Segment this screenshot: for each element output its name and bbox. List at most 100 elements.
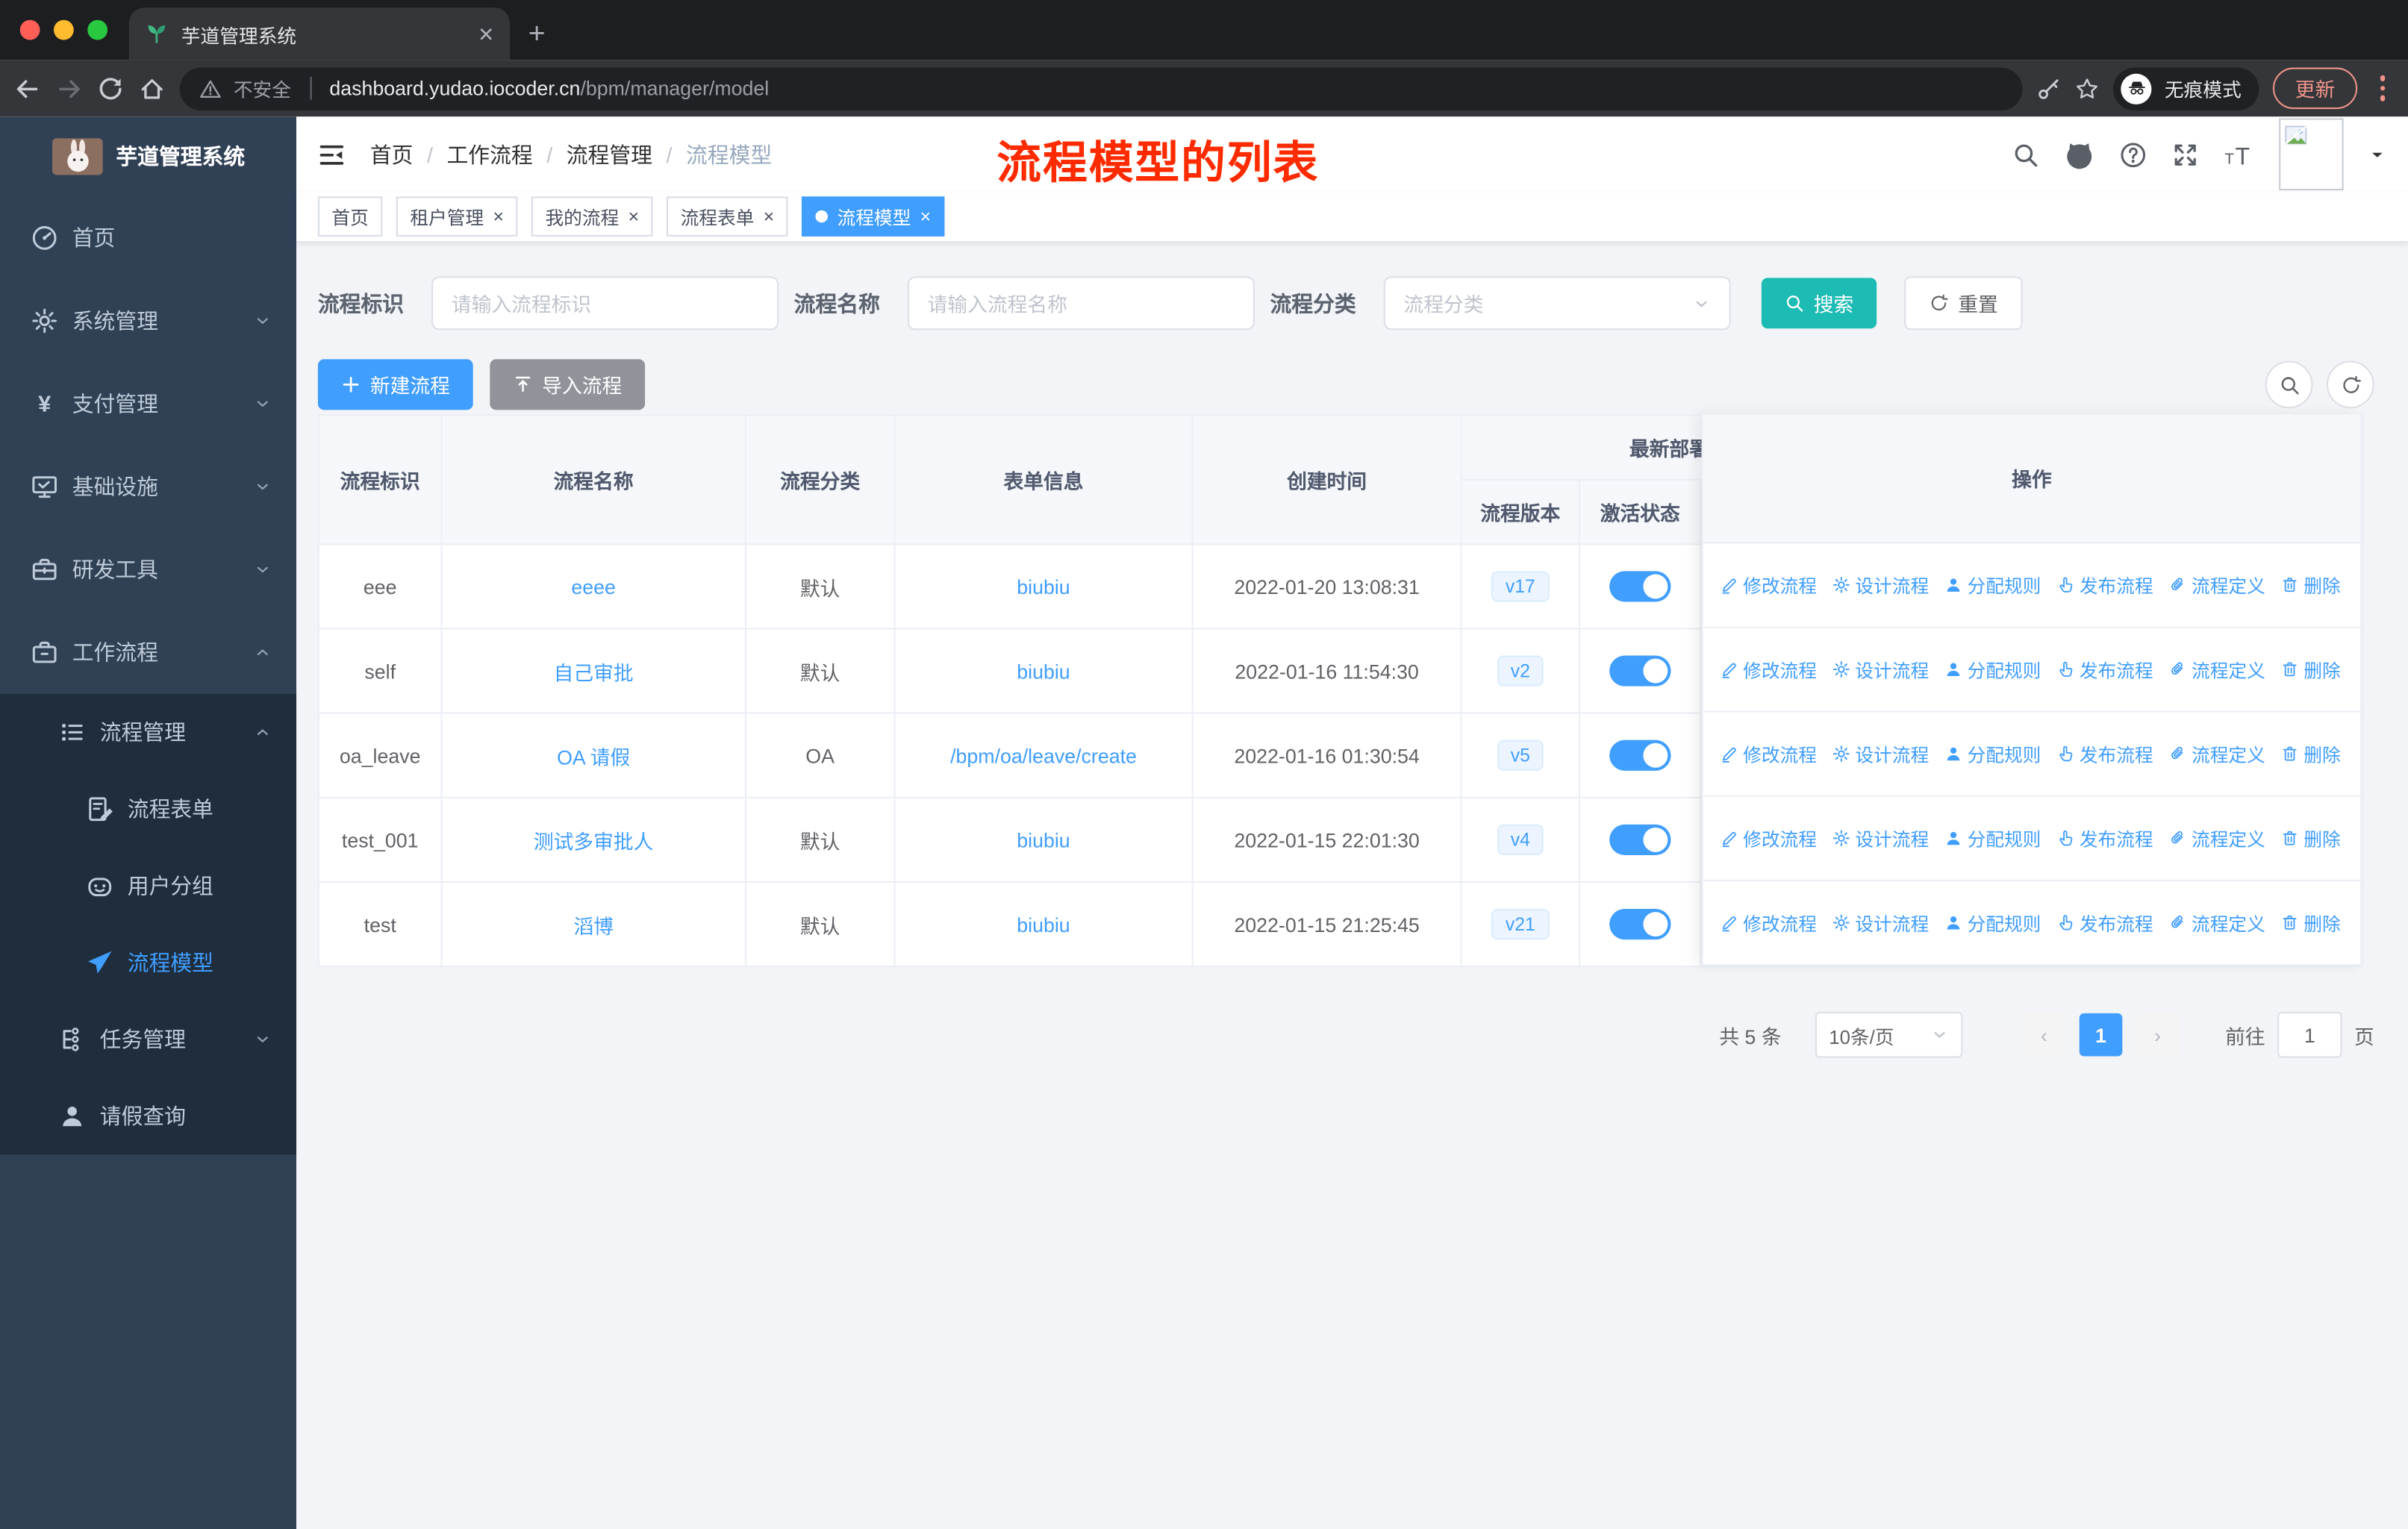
chevron-down-icon[interactable] — [2368, 145, 2387, 163]
sidebar-item-devtools[interactable]: 研发工具 — [0, 528, 296, 611]
process-name-input[interactable]: 请输入流程名称 — [907, 276, 1255, 331]
sidebar-item-leave-query[interactable]: 请假查询 — [0, 1078, 297, 1155]
version-badge[interactable]: v17 — [1491, 571, 1550, 602]
action-发布流程[interactable]: 发布流程 — [2056, 825, 2153, 851]
reload-icon[interactable] — [97, 75, 125, 102]
form-link[interactable]: biubiu — [1017, 575, 1070, 598]
action-删除[interactable]: 删除 — [2280, 741, 2341, 767]
process-category-select[interactable]: 流程分类 — [1383, 276, 1731, 331]
search-icon[interactable] — [2012, 140, 2039, 168]
sidebar-item-infra[interactable]: 基础设施 — [0, 445, 296, 528]
action-分配规则[interactable]: 分配规则 — [1944, 741, 2041, 767]
action-删除[interactable]: 删除 — [2280, 825, 2341, 851]
action-设计流程[interactable]: 设计流程 — [1832, 572, 1929, 598]
action-发布流程[interactable]: 发布流程 — [2056, 910, 2153, 936]
process-name-link[interactable]: 测试多审批人 — [534, 830, 654, 853]
refresh-table-button[interactable] — [2326, 360, 2374, 409]
action-设计流程[interactable]: 设计流程 — [1832, 657, 1929, 683]
breadcrumb-item[interactable]: 首页 — [370, 139, 414, 169]
prev-page-button[interactable]: ‹ — [2022, 1013, 2066, 1057]
avatar[interactable] — [2279, 118, 2344, 191]
form-link[interactable]: biubiu — [1017, 828, 1070, 851]
page-jump-input[interactable]: 1 — [2277, 1011, 2342, 1058]
action-修改流程[interactable]: 修改流程 — [1720, 910, 1817, 936]
forward-icon[interactable] — [55, 75, 83, 102]
page-size-select[interactable]: 10条/页 — [1815, 1011, 1963, 1058]
create-process-button[interactable]: 新建流程 — [317, 359, 473, 410]
action-删除[interactable]: 删除 — [2280, 657, 2341, 683]
help-icon[interactable] — [2119, 140, 2147, 168]
github-icon[interactable] — [2064, 139, 2094, 169]
action-流程定义[interactable]: 流程定义 — [2168, 657, 2265, 683]
action-修改流程[interactable]: 修改流程 — [1720, 572, 1817, 598]
action-删除[interactable]: 删除 — [2280, 572, 2341, 598]
sidebar-item-user-group[interactable]: 用户分组 — [0, 847, 297, 925]
action-设计流程[interactable]: 设计流程 — [1832, 741, 1929, 767]
sidebar-item-workflow[interactable]: 工作流程 — [0, 611, 296, 694]
action-发布流程[interactable]: 发布流程 — [2056, 741, 2153, 767]
action-设计流程[interactable]: 设计流程 — [1832, 825, 1929, 851]
form-link[interactable]: biubiu — [1017, 660, 1070, 683]
active-toggle[interactable] — [1609, 571, 1671, 602]
address-bar[interactable]: 不安全 dashboard.yudao.iocoder.cn/bpm/manag… — [179, 66, 2024, 110]
action-流程定义[interactable]: 流程定义 — [2168, 572, 2265, 598]
active-toggle[interactable] — [1609, 740, 1671, 771]
breadcrumb-item[interactable]: 流程管理 — [567, 139, 652, 169]
minimize-window-button[interactable] — [54, 19, 74, 40]
tag-流程模型[interactable]: 流程模型 × — [802, 196, 945, 237]
import-process-button[interactable]: 导入流程 — [490, 359, 646, 410]
tag-流程表单[interactable]: 流程表单 × — [667, 196, 788, 237]
form-link[interactable]: biubiu — [1017, 913, 1070, 936]
action-修改流程[interactable]: 修改流程 — [1720, 741, 1817, 767]
password-key-icon[interactable] — [2037, 76, 2062, 101]
tag-租户管理[interactable]: 租户管理 × — [396, 196, 518, 237]
action-流程定义[interactable]: 流程定义 — [2168, 825, 2265, 851]
process-name-link[interactable]: eeee — [571, 575, 616, 598]
action-发布流程[interactable]: 发布流程 — [2056, 657, 2153, 683]
sidebar-item-process-model[interactable]: 流程模型 — [0, 924, 297, 1001]
sidebar-item-home[interactable]: 首页 — [0, 196, 296, 279]
active-toggle[interactable] — [1609, 908, 1671, 940]
action-发布流程[interactable]: 发布流程 — [2056, 572, 2153, 598]
action-分配规则[interactable]: 分配规则 — [1944, 657, 2041, 683]
reset-button[interactable]: 重置 — [1904, 276, 2023, 331]
version-badge[interactable]: v2 — [1497, 655, 1544, 687]
font-size-icon[interactable]: TT — [2224, 139, 2254, 169]
breadcrumb-item[interactable]: 工作流程 — [446, 139, 532, 169]
sidebar-item-process-manage[interactable]: 流程管理 — [0, 693, 297, 771]
process-name-link[interactable]: 滔博 — [573, 914, 614, 937]
current-page-button[interactable]: 1 — [2079, 1013, 2123, 1057]
breadcrumb-item[interactable]: 流程模型 — [686, 139, 772, 169]
action-分配规则[interactable]: 分配规则 — [1944, 825, 2041, 851]
close-tag-icon[interactable]: × — [920, 207, 931, 226]
new-tab-button[interactable]: + — [528, 20, 546, 49]
sidebar-item-system[interactable]: 系统管理 — [0, 279, 296, 362]
sidebar-logo-row[interactable]: 芋道管理系统 — [0, 116, 296, 196]
process-name-link[interactable]: OA 请假 — [557, 745, 630, 769]
active-toggle[interactable] — [1609, 655, 1671, 687]
action-分配规则[interactable]: 分配规则 — [1944, 910, 2041, 936]
process-id-input[interactable]: 请输入流程标识 — [431, 276, 779, 331]
active-toggle[interactable] — [1609, 824, 1671, 855]
browser-menu-icon[interactable] — [2379, 75, 2386, 101]
bookmark-star-icon[interactable] — [2076, 76, 2100, 101]
back-icon[interactable] — [14, 75, 42, 102]
version-badge[interactable]: v21 — [1491, 908, 1550, 940]
action-设计流程[interactable]: 设计流程 — [1832, 910, 1929, 936]
sidebar-item-process-form[interactable]: 流程表单 — [0, 770, 297, 848]
action-修改流程[interactable]: 修改流程 — [1720, 657, 1817, 683]
browser-tab[interactable]: 芋道管理系统 ✕ — [128, 7, 511, 60]
version-badge[interactable]: v4 — [1497, 824, 1544, 855]
next-page-button[interactable]: › — [2136, 1013, 2180, 1057]
browser-update-button[interactable]: 更新 — [2273, 67, 2357, 110]
zoom-window-button[interactable] — [87, 19, 108, 40]
search-button[interactable]: 搜索 — [1761, 278, 1877, 329]
action-分配规则[interactable]: 分配规则 — [1944, 572, 2041, 598]
fullscreen-icon[interactable] — [2171, 140, 2199, 168]
sidebar-item-task-manage[interactable]: 任务管理 — [0, 1001, 297, 1078]
show-search-button[interactable] — [2265, 360, 2313, 409]
sidebar-item-payment[interactable]: ¥ 支付管理 — [0, 363, 296, 445]
close-window-button[interactable] — [19, 19, 40, 40]
process-name-link[interactable]: 自己审批 — [554, 661, 634, 684]
action-流程定义[interactable]: 流程定义 — [2168, 741, 2265, 767]
